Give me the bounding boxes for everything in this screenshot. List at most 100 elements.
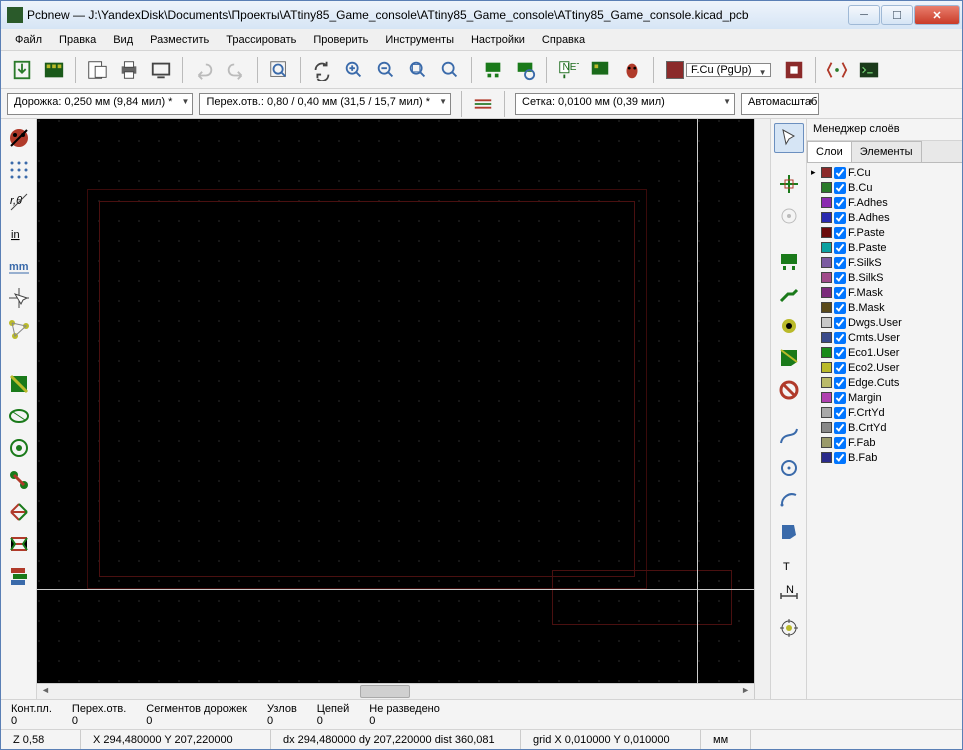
layer-visible-checkbox[interactable]: [834, 392, 846, 404]
layer-visible-checkbox[interactable]: [834, 377, 846, 389]
zoom-selector[interactable]: Автомасштаб: [741, 93, 819, 115]
layer-visible-checkbox[interactable]: [834, 197, 846, 209]
layer-visible-checkbox[interactable]: [834, 347, 846, 359]
bug-icon[interactable]: [617, 55, 647, 85]
contrast-mode2-icon[interactable]: [4, 529, 34, 559]
add-via-icon[interactable]: [774, 311, 804, 341]
menu-prefs[interactable]: Настройки: [463, 32, 533, 48]
add-keepout-icon[interactable]: [774, 375, 804, 405]
undo-button[interactable]: [189, 55, 219, 85]
add-text-icon[interactable]: T: [774, 549, 804, 579]
print-button[interactable]: [114, 55, 144, 85]
layer-row[interactable]: Margin: [809, 390, 960, 405]
add-dimension-icon[interactable]: N: [774, 581, 804, 611]
zoom-out-button[interactable]: [371, 55, 401, 85]
layer-row[interactable]: F.Paste: [809, 225, 960, 240]
layer-row[interactable]: Edge.Cuts: [809, 375, 960, 390]
layer-color-swatch[interactable]: [821, 227, 832, 238]
add-footprint-icon[interactable]: [774, 247, 804, 277]
zone-fill-icon[interactable]: [4, 369, 34, 399]
layer-color-swatch[interactable]: [821, 212, 832, 223]
contrast-mode-icon[interactable]: [4, 497, 34, 527]
polar-coords-icon[interactable]: r,θ: [4, 187, 34, 217]
zoom-in-button[interactable]: [339, 55, 369, 85]
layer-visible-checkbox[interactable]: [834, 407, 846, 419]
layer-visible-checkbox[interactable]: [834, 182, 846, 194]
layer-color-swatch[interactable]: [821, 437, 832, 448]
console-button[interactable]: [854, 55, 884, 85]
draw-polygon-icon[interactable]: [774, 517, 804, 547]
layer-row[interactable]: ▸F.Cu: [809, 165, 960, 180]
layer-row[interactable]: Cmts.User: [809, 330, 960, 345]
layer-visible-checkbox[interactable]: [834, 332, 846, 344]
tab-layers[interactable]: Слои: [807, 141, 852, 162]
local-ratsnest-icon[interactable]: [774, 201, 804, 231]
find-button[interactable]: [264, 55, 294, 85]
layer-color-swatch[interactable]: [821, 392, 832, 403]
highlight-net-icon[interactable]: [774, 169, 804, 199]
layer-color-swatch[interactable]: [821, 452, 832, 463]
layer-color-swatch[interactable]: [821, 332, 832, 343]
layer-visible-checkbox[interactable]: [834, 452, 846, 464]
layer-row[interactable]: F.CrtYd: [809, 405, 960, 420]
units-inch-icon[interactable]: in: [4, 219, 34, 249]
tab-items[interactable]: Элементы: [851, 141, 922, 162]
layer-color-swatch[interactable]: [821, 167, 832, 178]
layer-color-swatch[interactable]: [821, 302, 832, 313]
layer-row[interactable]: F.SilkS: [809, 255, 960, 270]
select-tool-icon[interactable]: [774, 123, 804, 153]
vertical-scrollbar[interactable]: [754, 119, 770, 699]
horizontal-scrollbar[interactable]: ◄►: [37, 683, 754, 699]
layer-color-swatch[interactable]: [821, 272, 832, 283]
layer-row[interactable]: Dwgs.User: [809, 315, 960, 330]
layer-row[interactable]: B.SilkS: [809, 270, 960, 285]
close-button[interactable]: ✕: [914, 5, 960, 25]
minimize-button[interactable]: ─: [848, 5, 880, 25]
layer-visible-checkbox[interactable]: [834, 422, 846, 434]
layer-row[interactable]: Eco1.User: [809, 345, 960, 360]
layer-color-swatch[interactable]: [821, 287, 832, 298]
menu-route[interactable]: Трассировать: [218, 32, 304, 48]
menu-help[interactable]: Справка: [534, 32, 593, 48]
track-sketch-icon[interactable]: [4, 465, 34, 495]
drc-button[interactable]: [585, 55, 615, 85]
pcb-canvas[interactable]: [37, 119, 754, 683]
drc-off-icon[interactable]: [4, 123, 34, 153]
set-origin-icon[interactable]: [774, 613, 804, 643]
layer-visible-checkbox[interactable]: [834, 437, 846, 449]
grid-selector[interactable]: Сетка: 0,0100 мм (0,39 мил): [515, 93, 735, 115]
layer-color-swatch[interactable]: [821, 317, 832, 328]
via-sketch-icon[interactable]: [4, 433, 34, 463]
route-track-icon[interactable]: [774, 279, 804, 309]
menu-edit[interactable]: Правка: [51, 32, 104, 48]
menu-view[interactable]: Вид: [105, 32, 141, 48]
layer-visible-checkbox[interactable]: [834, 272, 846, 284]
layer-row[interactable]: F.Fab: [809, 435, 960, 450]
layer-color-swatch[interactable]: [821, 362, 832, 373]
layer-row[interactable]: B.Mask: [809, 300, 960, 315]
layer-selector-value[interactable]: F.Cu (PgUp): [686, 63, 771, 77]
draw-circle-icon[interactable]: [774, 453, 804, 483]
layer-color-swatch[interactable]: [821, 242, 832, 253]
draw-arc-icon[interactable]: [774, 485, 804, 515]
layer-visible-checkbox[interactable]: [834, 167, 846, 179]
layer-color-swatch[interactable]: [821, 182, 832, 193]
layer-visible-checkbox[interactable]: [834, 227, 846, 239]
grid-icon[interactable]: [4, 155, 34, 185]
footprint-editor-button[interactable]: [478, 55, 508, 85]
page-settings-button[interactable]: [82, 55, 112, 85]
pad-sketch-icon[interactable]: [4, 401, 34, 431]
layer-row[interactable]: F.Mask: [809, 285, 960, 300]
ratsnest-icon[interactable]: [4, 315, 34, 345]
layer-color-swatch[interactable]: [821, 347, 832, 358]
layer-row[interactable]: B.Fab: [809, 450, 960, 465]
footprint-viewer-button[interactable]: [510, 55, 540, 85]
via-size-selector[interactable]: Перех.отв.: 0,80 / 0,40 мм (31,5 / 15,7 …: [199, 93, 451, 115]
track-width-selector[interactable]: Дорожка: 0,250 мм (9,84 мил) *: [7, 93, 193, 115]
zoom-fit-button[interactable]: [403, 55, 433, 85]
layer-row[interactable]: B.Adhes: [809, 210, 960, 225]
plot-button[interactable]: [146, 55, 176, 85]
menu-inspect[interactable]: Проверить: [305, 32, 376, 48]
layer-pair-button[interactable]: [779, 55, 809, 85]
grid-style-icon[interactable]: [472, 93, 494, 115]
